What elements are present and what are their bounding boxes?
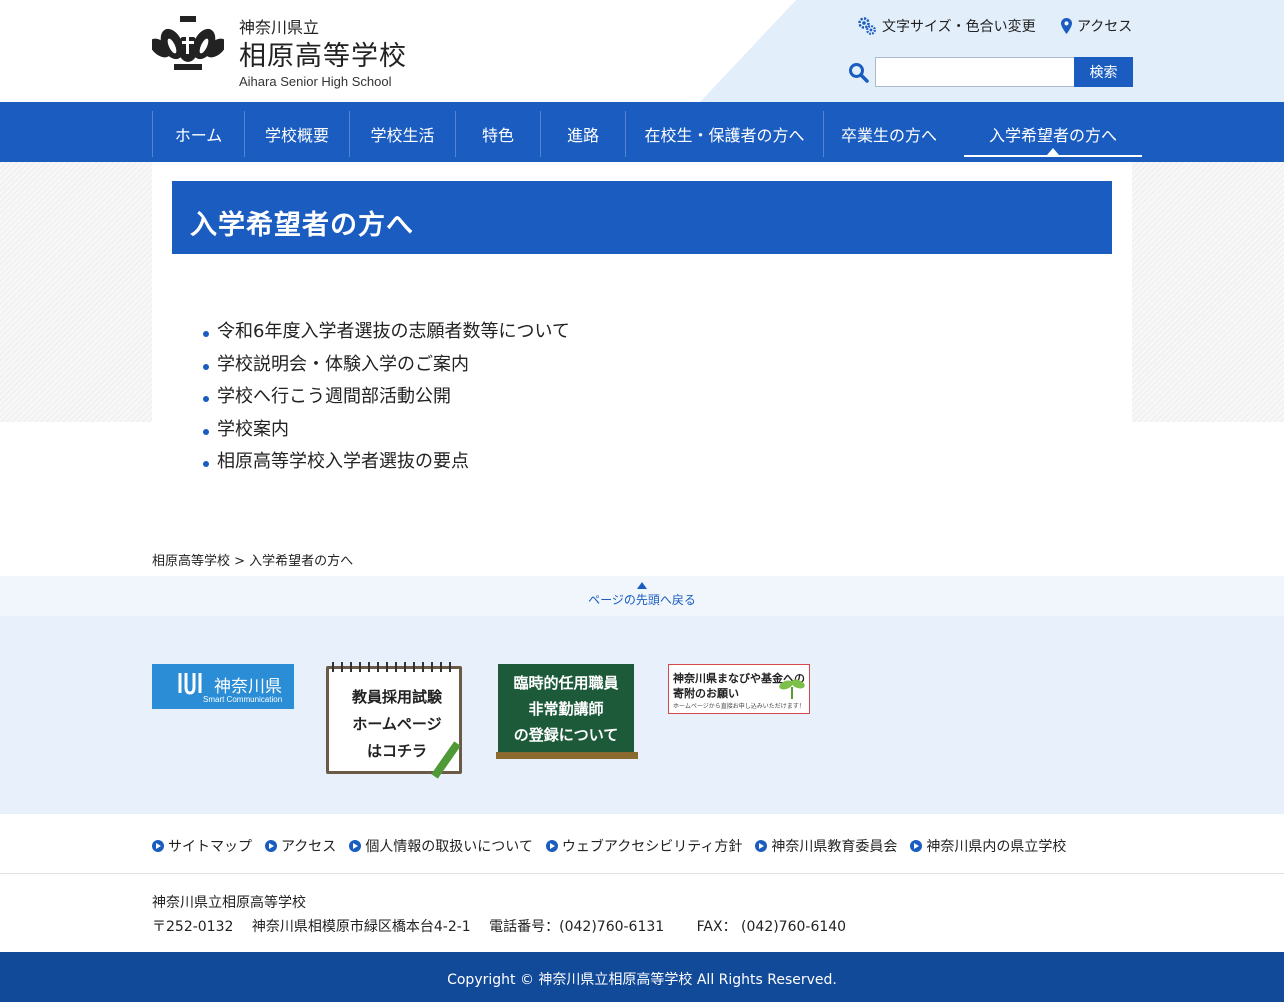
- bullet-icon: [203, 363, 209, 370]
- address-fax: FAX： (042)760-6140: [696, 919, 847, 935]
- manabiya-fund-banner[interactable]: 神奈川県まなびや基金への 寄附のお願い ホームページから直接お申し込みいただけま…: [668, 664, 810, 714]
- nav-item-students-parents[interactable]: 在校生・保護者の方へ: [625, 111, 823, 157]
- circle-arrow-icon: [910, 840, 923, 852]
- footer-link-label: アクセス: [281, 839, 337, 855]
- circle-arrow-icon: [755, 840, 768, 852]
- footer-link-label: サイトマップ: [168, 839, 252, 855]
- address-postal: 〒252-0132: [152, 919, 234, 935]
- back-to-top-link[interactable]: ページの先頭へ戻る: [0, 582, 1284, 608]
- search-icon: [849, 63, 869, 83]
- board-line: の登録について: [513, 726, 619, 744]
- access-label: アクセス: [1077, 19, 1133, 35]
- footer-link-privacy[interactable]: 個人情報の取扱いについて: [349, 836, 533, 856]
- nav-item-about[interactable]: 学校概要: [244, 111, 349, 157]
- list-item-link[interactable]: 学校説明会・体験入学のご案内: [217, 350, 469, 376]
- nav-item-home[interactable]: ホーム: [152, 111, 244, 157]
- recruit-line: 教員採用試験: [351, 688, 442, 706]
- site-header: 神奈川県立 相原高等学校 Aihara Senior High School 文…: [0, 0, 1284, 102]
- recruit-line: はコチラ: [366, 742, 427, 760]
- recruit-banner-text: 教員採用試験 ホームページ はコチラ: [342, 684, 452, 765]
- footer-link-prefectural-schools[interactable]: 神奈川県内の県立学校: [910, 836, 1066, 856]
- kanagawa-prefecture-banner[interactable]: 神奈川県 Smart Communication: [152, 664, 294, 709]
- kanagawa-mark-icon: [178, 673, 202, 695]
- fund-banner-line3: ホームページから直接お申し込みいただけます！: [673, 703, 805, 710]
- footer-divider: [0, 873, 1284, 874]
- kanagawa-banner-title: 神奈川県: [214, 677, 282, 697]
- address-street: 神奈川県相模原市緑区橋本台4-2-1: [251, 919, 471, 935]
- footer-links: サイトマップ アクセス 個人情報の取扱いについて ウェブアクセシビリティ方針 神…: [152, 836, 1079, 856]
- font-color-settings-link[interactable]: 文字サイズ・色合い変更: [857, 16, 1036, 36]
- page-title: 入学希望者の方へ: [190, 210, 414, 241]
- footer-link-label: 個人情報の取扱いについて: [365, 839, 533, 855]
- board-banner-text: 臨時的任用職員 非常勤講師 の登録について: [498, 670, 634, 748]
- global-nav: ホーム 学校概要 学校生活 特色 進路 在校生・保護者の方へ 卒業生の方へ 入学…: [0, 102, 1284, 162]
- side-pattern-right: [1132, 162, 1284, 422]
- banner-area: 神奈川県 Smart Communication 教員採用試験 ホームページ は…: [0, 616, 1284, 814]
- board-line: 臨時的任用職員: [513, 674, 619, 692]
- search-input[interactable]: [875, 57, 1075, 87]
- footer-link-label: 神奈川県教育委員会: [771, 839, 898, 855]
- bullet-icon: [203, 396, 209, 403]
- kanagawa-banner-subtitle: Smart Communication: [203, 695, 283, 704]
- list-item[interactable]: 学校へ行こう週間部活動公開: [203, 379, 570, 412]
- back-to-top-bar: ページの先頭へ戻る: [0, 576, 1284, 616]
- circle-arrow-icon: [349, 840, 362, 852]
- list-item[interactable]: 令和6年度入学者選抜の志願者数等について: [203, 314, 570, 347]
- list-item[interactable]: 相原高等学校入学者選抜の要点: [203, 444, 570, 477]
- list-item-link[interactable]: 学校へ行こう週間部活動公開: [217, 382, 451, 408]
- circle-arrow-icon: [152, 840, 164, 852]
- school-address: 神奈川県立相原高等学校 〒252-0132 神奈川県相模原市緑区橋本台4-2-1…: [152, 891, 860, 939]
- recruit-line: ホームページ: [352, 715, 442, 733]
- list-item-link[interactable]: 学校案内: [217, 415, 289, 441]
- list-item-link[interactable]: 相原高等学校入学者選抜の要点: [217, 447, 469, 473]
- side-pattern-left: [0, 162, 152, 422]
- list-item[interactable]: 学校案内: [203, 412, 570, 445]
- nav-item-prospective-students[interactable]: 入学希望者の方へ: [964, 111, 1142, 157]
- copyright-bar: Copyright © 神奈川県立相原高等学校 All Rights Reser…: [0, 952, 1284, 1002]
- nav-item-graduates[interactable]: 卒業生の方へ: [823, 111, 954, 157]
- content-link-list: 令和6年度入学者選抜の志願者数等について 学校説明会・体験入学のご案内 学校へ行…: [203, 314, 570, 477]
- nav-item-features[interactable]: 特色: [455, 111, 540, 157]
- address-school-name: 神奈川県立相原高等学校: [152, 895, 306, 911]
- footer-link-sitemap[interactable]: サイトマップ: [152, 836, 252, 856]
- sprout-icon: [779, 679, 805, 699]
- page-title-bar: 入学希望者の方へ: [172, 181, 1112, 254]
- footer-link-access[interactable]: アクセス: [265, 836, 336, 856]
- circle-arrow-icon: [265, 840, 277, 852]
- map-pin-icon: [1061, 18, 1072, 34]
- address-line: 〒252-0132 神奈川県相模原市緑区橋本台4-2-1 電話番号：(042)7…: [152, 915, 860, 939]
- access-link[interactable]: アクセス: [1061, 16, 1132, 36]
- blackboard-frame: [496, 752, 638, 759]
- school-emblem-icon[interactable]: [152, 14, 224, 74]
- breadcrumb[interactable]: 相原高等学校 > 入学希望者の方へ: [152, 550, 353, 569]
- board-line: 非常勤講師: [528, 700, 604, 718]
- back-to-top-label: ページの先頭へ戻る: [588, 593, 696, 607]
- nav-list: ホーム 学校概要 学校生活 特色 進路 在校生・保護者の方へ 卒業生の方へ 入学…: [152, 111, 1142, 157]
- address-phone: 電話番号：(042)760-6131: [489, 919, 665, 935]
- list-item[interactable]: 学校説明会・体験入学のご案内: [203, 347, 570, 380]
- footer-link-label: ウェブアクセシビリティ方針: [561, 839, 743, 855]
- search-button[interactable]: 検索: [1074, 57, 1133, 87]
- font-color-settings-label: 文字サイズ・色合い変更: [882, 19, 1036, 35]
- footer-link-board-of-education[interactable]: 神奈川県教育委員会: [755, 836, 897, 856]
- nav-item-career[interactable]: 進路: [540, 111, 625, 157]
- bullet-icon: [203, 461, 209, 468]
- school-name-logo-text[interactable]: 相原高等学校: [239, 34, 407, 73]
- arrow-up-icon: [637, 582, 647, 589]
- bullet-icon: [203, 331, 209, 338]
- list-item-link[interactable]: 令和6年度入学者選抜の志願者数等について: [217, 317, 570, 343]
- nav-item-school-life[interactable]: 学校生活: [349, 111, 455, 157]
- temporary-staff-registration-banner[interactable]: 臨時的任用職員 非常勤講師 の登録について: [496, 662, 638, 762]
- bullet-icon: [203, 428, 209, 435]
- teacher-recruitment-banner[interactable]: 教員採用試験 ホームページ はコチラ: [324, 662, 466, 782]
- footer-link-label: 神奈川県内の県立学校: [926, 839, 1067, 855]
- school-name-english: Aihara Senior High School: [239, 74, 392, 89]
- spiral-rings: [332, 662, 458, 672]
- circle-arrow-icon: [545, 840, 558, 852]
- footer-link-accessibility[interactable]: ウェブアクセシビリティ方針: [545, 836, 743, 856]
- fund-banner-line2: 寄附のお願い: [673, 687, 739, 700]
- gears-icon: [858, 17, 876, 35]
